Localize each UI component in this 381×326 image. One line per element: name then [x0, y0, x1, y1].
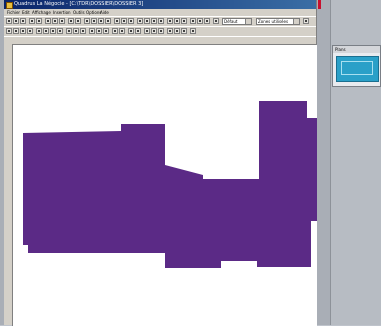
mirror-icon[interactable]: [36, 28, 42, 34]
title-bar[interactable]: Quadrus La Négocie - [C:\TDR\DOSSIER\DOS…: [4, 0, 316, 9]
layers-icon[interactable]: [128, 18, 134, 24]
export-icon[interactable]: [174, 28, 180, 34]
rotate-icon[interactable]: [27, 28, 33, 34]
move-icon[interactable]: [20, 28, 26, 34]
plans-panel-title: Plans: [333, 46, 380, 53]
plan-thumbnail[interactable]: [336, 56, 379, 82]
line-icon[interactable]: [91, 18, 97, 24]
app-window: Quadrus La Négocie - [C:\TDR\DOSSIER\DOS…: [4, 0, 317, 326]
plan-thumbnail-outline: [341, 61, 373, 75]
app-icon: [6, 2, 13, 9]
copy-icon[interactable]: [52, 18, 58, 24]
pan-icon[interactable]: [167, 18, 173, 24]
chevron-down-icon[interactable]: [245, 19, 251, 24]
select-icon[interactable]: [213, 18, 219, 24]
arrow-icon[interactable]: [6, 28, 12, 34]
polygon-icon[interactable]: [105, 18, 111, 24]
import-icon[interactable]: [181, 28, 187, 34]
options-icon[interactable]: [303, 18, 309, 24]
symbol-icon[interactable]: [158, 28, 164, 34]
measure-icon[interactable]: [181, 18, 187, 24]
menu-item-outils[interactable]: Outils: [73, 9, 85, 16]
zone-combo[interactable]: Zones utilisées: [256, 18, 300, 25]
floor-plan-drawing: [23, 101, 317, 268]
open-icon[interactable]: [13, 18, 19, 24]
undo-icon[interactable]: [68, 18, 74, 24]
split-icon[interactable]: [73, 28, 79, 34]
desktop-screen: Quadrus La Négocie - [C:\TDR\DOSSIER\DOS…: [0, 0, 381, 326]
trim-icon[interactable]: [50, 28, 56, 34]
redo-icon[interactable]: [75, 18, 81, 24]
refresh-icon[interactable]: [174, 18, 180, 24]
plans-panel[interactable]: Plans: [332, 45, 381, 87]
properties-icon[interactable]: [128, 28, 134, 34]
drawing-canvas[interactable]: [12, 44, 317, 326]
paste-icon[interactable]: [59, 18, 65, 24]
grid-icon[interactable]: [114, 18, 120, 24]
floor-plan-shape[interactable]: [23, 101, 317, 268]
snap-icon[interactable]: [121, 18, 127, 24]
hatch-icon[interactable]: [190, 18, 196, 24]
zoom-all-icon[interactable]: [158, 18, 164, 24]
node-icon[interactable]: [13, 28, 19, 34]
pencil-icon[interactable]: [84, 18, 90, 24]
save-icon[interactable]: [20, 18, 26, 24]
preview-icon[interactable]: [36, 18, 42, 24]
menu-item-aide[interactable]: Aide: [100, 9, 109, 16]
dimension-icon[interactable]: [144, 28, 150, 34]
unlock-icon[interactable]: [119, 28, 125, 34]
window-title: Quadrus La Négocie - [C:\TDR\DOSSIER\DOS…: [14, 1, 144, 7]
color-icon[interactable]: [197, 18, 203, 24]
zoom-window-icon[interactable]: [151, 18, 157, 24]
label-icon[interactable]: [151, 28, 157, 34]
style-combo[interactable]: Défaut: [222, 18, 252, 25]
rectangle-icon[interactable]: [98, 18, 104, 24]
toolbar-row-1: Défaut Zones utilisées: [4, 16, 316, 26]
text-icon[interactable]: [204, 18, 210, 24]
scale-icon[interactable]: [43, 28, 49, 34]
menu-item-edit[interactable]: Edit: [22, 9, 30, 16]
offset-icon[interactable]: [80, 28, 86, 34]
lock-icon[interactable]: [112, 28, 118, 34]
help-icon[interactable]: [190, 28, 196, 34]
chamfer-icon[interactable]: [103, 28, 109, 34]
new-icon[interactable]: [6, 18, 12, 24]
chevron-down-icon[interactable]: [293, 19, 299, 24]
window-edge-accent: [318, 0, 321, 9]
zoom-out-icon[interactable]: [144, 18, 150, 24]
cut-icon[interactable]: [45, 18, 51, 24]
print-icon[interactable]: [29, 18, 35, 24]
toolbar-row-2: [4, 26, 316, 36]
menu-bar: Fichier Edit Affichage Insertion Outils …: [4, 9, 316, 16]
fillet-icon[interactable]: [96, 28, 102, 34]
table-icon[interactable]: [167, 28, 173, 34]
area-icon[interactable]: [135, 28, 141, 34]
array-icon[interactable]: [89, 28, 95, 34]
menu-item-insertion[interactable]: Insertion: [53, 9, 71, 16]
menu-item-fichier[interactable]: Fichier: [7, 9, 20, 16]
extend-icon[interactable]: [57, 28, 63, 34]
menu-item-affichage[interactable]: Affichage: [32, 9, 51, 16]
join-icon[interactable]: [66, 28, 72, 34]
zoom-in-icon[interactable]: [137, 18, 143, 24]
